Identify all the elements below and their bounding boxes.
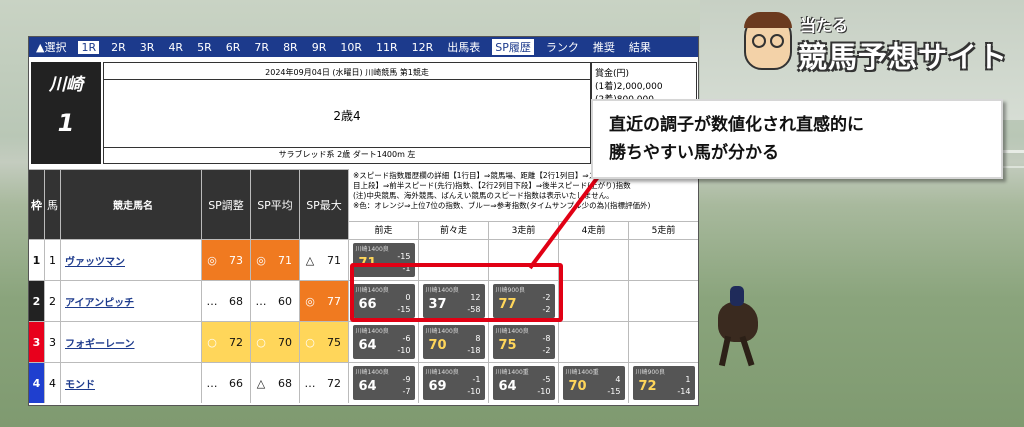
callout-line: 勝ちやすい馬が分かる	[609, 143, 779, 163]
callout-box: 直近の調子が数値化され直感的に 勝ちやすい馬が分かる	[591, 99, 1003, 179]
highlight-box	[350, 263, 563, 322]
callout-pointer	[528, 148, 620, 270]
callout-line: 直近の調子が数値化され直感的に	[609, 115, 864, 135]
